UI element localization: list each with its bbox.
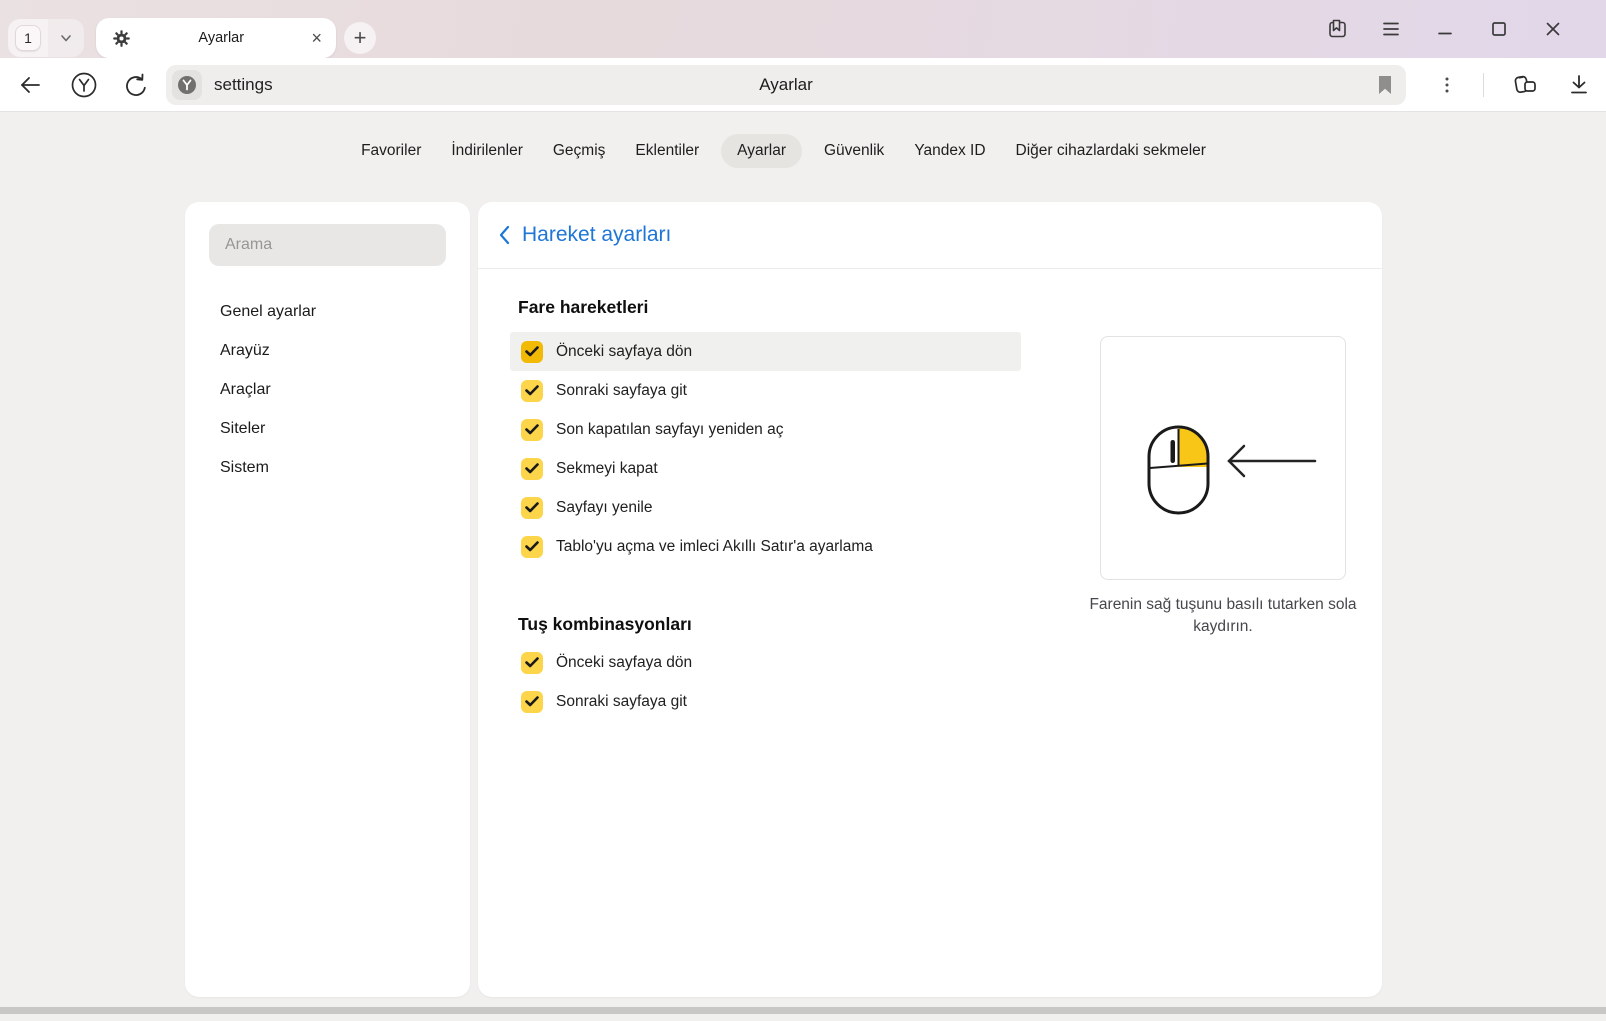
checkbox-checked[interactable] [521,419,543,441]
menu-icon[interactable] [1379,17,1403,41]
sidebar-item-arayuz[interactable]: Arayüz [185,331,470,370]
shortcut-row[interactable]: Sonraki sayfaya git [510,682,1021,721]
nav-tab-gecmis[interactable]: Geçmiş [553,142,606,160]
nav-tab-ayarlar[interactable]: Ayarlar [721,134,802,168]
page-favicon [172,70,202,100]
section-title: Hareket ayarları [522,223,671,247]
url-text: settings [214,75,273,95]
tab-strip: 1 [0,0,1606,58]
mouse-gesture-rows: Önceki sayfaya dön Sonraki sayfaya git S… [510,332,1021,566]
checkbox-checked[interactable] [521,691,543,713]
gesture-label: Son kapatılan sayfayı yeniden aç [556,421,783,439]
shortcut-row[interactable]: Önceki sayfaya dön [510,643,1021,682]
gesture-row[interactable]: Tablo'yu açma ve imleci Akıllı Satır'a a… [510,527,1021,566]
more-options-icon[interactable] [1437,74,1457,96]
minimize-icon[interactable] [1433,17,1457,41]
maximize-icon[interactable] [1487,17,1511,41]
settings-sidebar: Genel ayarlar Arayüz Araçlar Siteler Sis… [185,202,470,997]
nav-tab-favoriler[interactable]: Favoriler [361,142,421,160]
settings-nav: Favoriler İndirilenler Geçmiş Eklentiler… [185,142,1382,160]
chevron-left-icon [498,225,510,245]
settings-main: Hareket ayarları Fare hareketleri Önceki… [478,202,1382,997]
reload-icon[interactable] [122,71,150,99]
settings-page: Favoriler İndirilenler Geçmiş Eklentiler… [0,112,1606,1014]
shortcut-label: Önceki sayfaya dön [556,654,692,672]
tab-count-button[interactable]: 1 [8,19,48,57]
gesture-label: Sekmeyi kapat [556,460,658,478]
gesture-row[interactable]: Sonraki sayfaya git [510,371,1021,410]
page-title: Ayarlar [166,75,1406,95]
search-box [209,224,446,266]
toolbar: settings Ayarlar [0,58,1606,112]
bookmark-icon[interactable] [1376,75,1394,95]
sidebar-item-genel-ayarlar[interactable]: Genel ayarlar [185,292,470,331]
back-icon[interactable] [16,71,44,99]
nav-tab-indirilenler[interactable]: İndirilenler [451,142,523,160]
illustration-caption: Farenin sağ tuşunu basılı tutarken sola … [1083,594,1363,638]
toolbar-separator [1483,73,1484,97]
sidebar-item-siteler[interactable]: Siteler [185,409,470,448]
gear-icon [112,29,131,48]
chevron-down-icon [59,31,73,45]
gesture-label: Sonraki sayfaya git [556,382,687,400]
gesture-label: Sayfayı yenile [556,499,653,517]
toolbar-right [1437,58,1592,112]
browser-window: 1 [0,0,1606,1021]
sidebar-item-sistem[interactable]: Sistem [185,448,470,487]
gesture-row[interactable]: Sayfayı yenile [510,488,1021,527]
close-icon[interactable] [1541,17,1565,41]
window-controls [1325,0,1565,58]
nav-tab-diger-cihazlar[interactable]: Diğer cihazlardaki sekmeler [1016,142,1206,160]
extensions-icon[interactable] [1510,71,1540,99]
mouse-gesture-drawing [1101,337,1345,579]
gesture-row[interactable]: Son kapatılan sayfayı yeniden aç [510,410,1021,449]
back-link[interactable]: Hareket ayarları [478,202,1382,269]
shortcut-label: Sonraki sayfaya git [556,693,687,711]
checkbox-checked[interactable] [521,652,543,674]
gesture-row[interactable]: Önceki sayfaya dön [510,332,1021,371]
nav-tab-yandex-id[interactable]: Yandex ID [914,142,985,160]
shortcut-rows: Önceki sayfaya dön Sonraki sayfaya git [510,643,1021,721]
window-bottom-edge [0,1007,1606,1014]
checkbox-checked[interactable] [521,458,543,480]
sidebar-item-araclar[interactable]: Araçlar [185,370,470,409]
active-tab[interactable]: Ayarlar × [96,18,336,58]
nav-tab-guvenlik[interactable]: Güvenlik [824,142,884,160]
gesture-illustration [1100,336,1346,580]
checkbox-checked[interactable] [521,341,543,363]
checkbox-checked[interactable] [521,380,543,402]
checkbox-checked[interactable] [521,536,543,558]
tab-count-badge: 1 [15,25,41,51]
yandex-browser-icon[interactable] [68,69,100,101]
sidebar-list: Genel ayarlar Arayüz Araçlar Siteler Sis… [185,292,470,487]
address-bar[interactable]: settings Ayarlar [166,65,1406,105]
gesture-label: Tablo'yu açma ve imleci Akıllı Satır'a a… [556,538,873,556]
search-input[interactable] [209,236,446,254]
heading-fare-hareketleri: Fare hareketleri [518,297,1382,318]
tab-title: Ayarlar [131,30,311,46]
checkbox-checked[interactable] [521,497,543,519]
new-tab-button[interactable]: + [344,22,376,54]
sidebar-panel-icon[interactable] [1325,17,1349,41]
tab-close-icon[interactable]: × [311,29,322,47]
tab-list-dropdown[interactable] [48,19,84,57]
gesture-row[interactable]: Sekmeyi kapat [510,449,1021,488]
download-icon[interactable] [1566,72,1592,98]
tab-count-group: 1 [8,19,84,57]
gesture-label: Önceki sayfaya dön [556,343,692,361]
nav-tab-eklentiler[interactable]: Eklentiler [635,142,699,160]
